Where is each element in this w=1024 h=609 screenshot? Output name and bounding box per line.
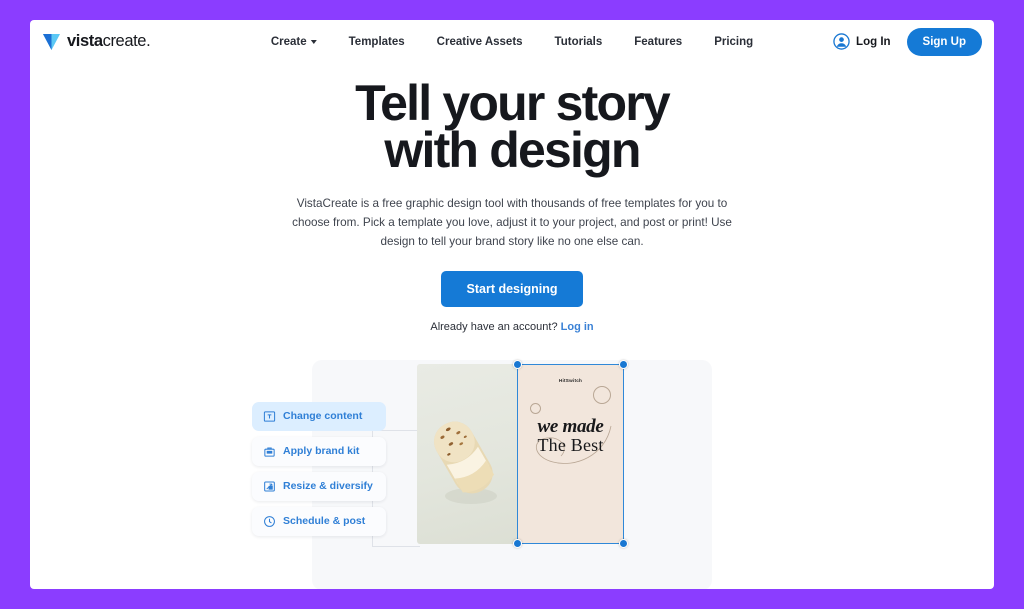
- page-title: Tell your story with design: [30, 75, 994, 178]
- signup-button[interactable]: Sign Up: [906, 27, 982, 56]
- start-designing-button[interactable]: Start designing: [440, 270, 584, 307]
- chip-schedule-post[interactable]: Schedule & post: [252, 506, 386, 536]
- nav-item-features[interactable]: Features: [634, 36, 682, 48]
- nav-item-create[interactable]: Create: [271, 36, 317, 48]
- main-navigation: Create Templates Creative Assets Tutoria…: [271, 36, 753, 48]
- design-word-line-2: The Best: [537, 434, 604, 455]
- account-prompt: Already have an account? Log in: [30, 321, 994, 333]
- vistacreate-triangle-logo: [42, 33, 61, 50]
- chip-change-content[interactable]: Change content: [252, 401, 386, 431]
- clock-icon: [264, 515, 275, 527]
- hero-description: VistaCreate is a free graphic design too…: [292, 197, 732, 248]
- chip-resize-diversify[interactable]: Resize & diversify: [252, 471, 386, 501]
- design-heading: we made The Best: [517, 417, 624, 455]
- chip-apply-brand-kit[interactable]: Apply brand kit: [252, 436, 386, 466]
- hero-section: Tell your story with design VistaCreate …: [30, 63, 994, 333]
- design-brand-label: HitSwitch: [558, 377, 583, 383]
- logo-light: create.: [102, 32, 151, 50]
- user-avatar-icon: [833, 33, 850, 50]
- headline-line-2: with design: [384, 122, 641, 178]
- product-illustration: Change content Apply brand kit Resize & …: [30, 354, 994, 589]
- text-box-icon: [263, 411, 276, 422]
- account-prompt-text: Already have an account?: [430, 320, 558, 333]
- design-text-panel: HitSwitch we made The Best: [517, 363, 624, 544]
- nav-item-tutorials[interactable]: Tutorials: [555, 36, 603, 48]
- feature-chip-list: Change content Apply brand kit Resize & …: [252, 401, 386, 536]
- decorative-circle-small: [530, 402, 541, 414]
- site-header: vistacreate. Create Templates Creative A…: [30, 20, 994, 63]
- chip-label: Resize & diversify: [283, 480, 373, 493]
- decorative-circle-large: [593, 385, 611, 404]
- eclair-pastry-photo: [434, 421, 497, 504]
- chip-label: Change content: [283, 410, 363, 423]
- design-photo-half: [417, 363, 517, 544]
- chip-label: Schedule & post: [283, 515, 366, 528]
- nav-label-create: Create: [270, 35, 307, 48]
- login-label: Log In: [856, 35, 891, 48]
- headline-line-1: Tell your story: [355, 75, 671, 131]
- resize-icon: [264, 481, 275, 492]
- logo-wordmark: vistacreate.: [67, 32, 151, 51]
- design-canvas[interactable]: HitSwitch we made The Best: [417, 363, 624, 544]
- site-logo[interactable]: vistacreate.: [42, 32, 151, 51]
- browser-page: vistacreate. Create Templates Creative A…: [30, 20, 994, 589]
- chevron-down-icon: [310, 39, 317, 44]
- nav-item-pricing[interactable]: Pricing: [714, 36, 753, 48]
- connector-line-bottom: [372, 545, 420, 547]
- login-link[interactable]: Log in: [561, 321, 594, 333]
- nav-item-creative-assets[interactable]: Creative Assets: [437, 36, 523, 48]
- login-button[interactable]: Log In: [833, 33, 891, 50]
- header-actions: Log In Sign Up: [833, 27, 982, 56]
- nav-item-templates[interactable]: Templates: [349, 36, 405, 48]
- chip-label: Apply brand kit: [283, 445, 360, 458]
- briefcase-icon: [264, 447, 275, 457]
- logo-bold: vista: [67, 32, 103, 50]
- design-word-line-1: we made: [537, 415, 604, 437]
